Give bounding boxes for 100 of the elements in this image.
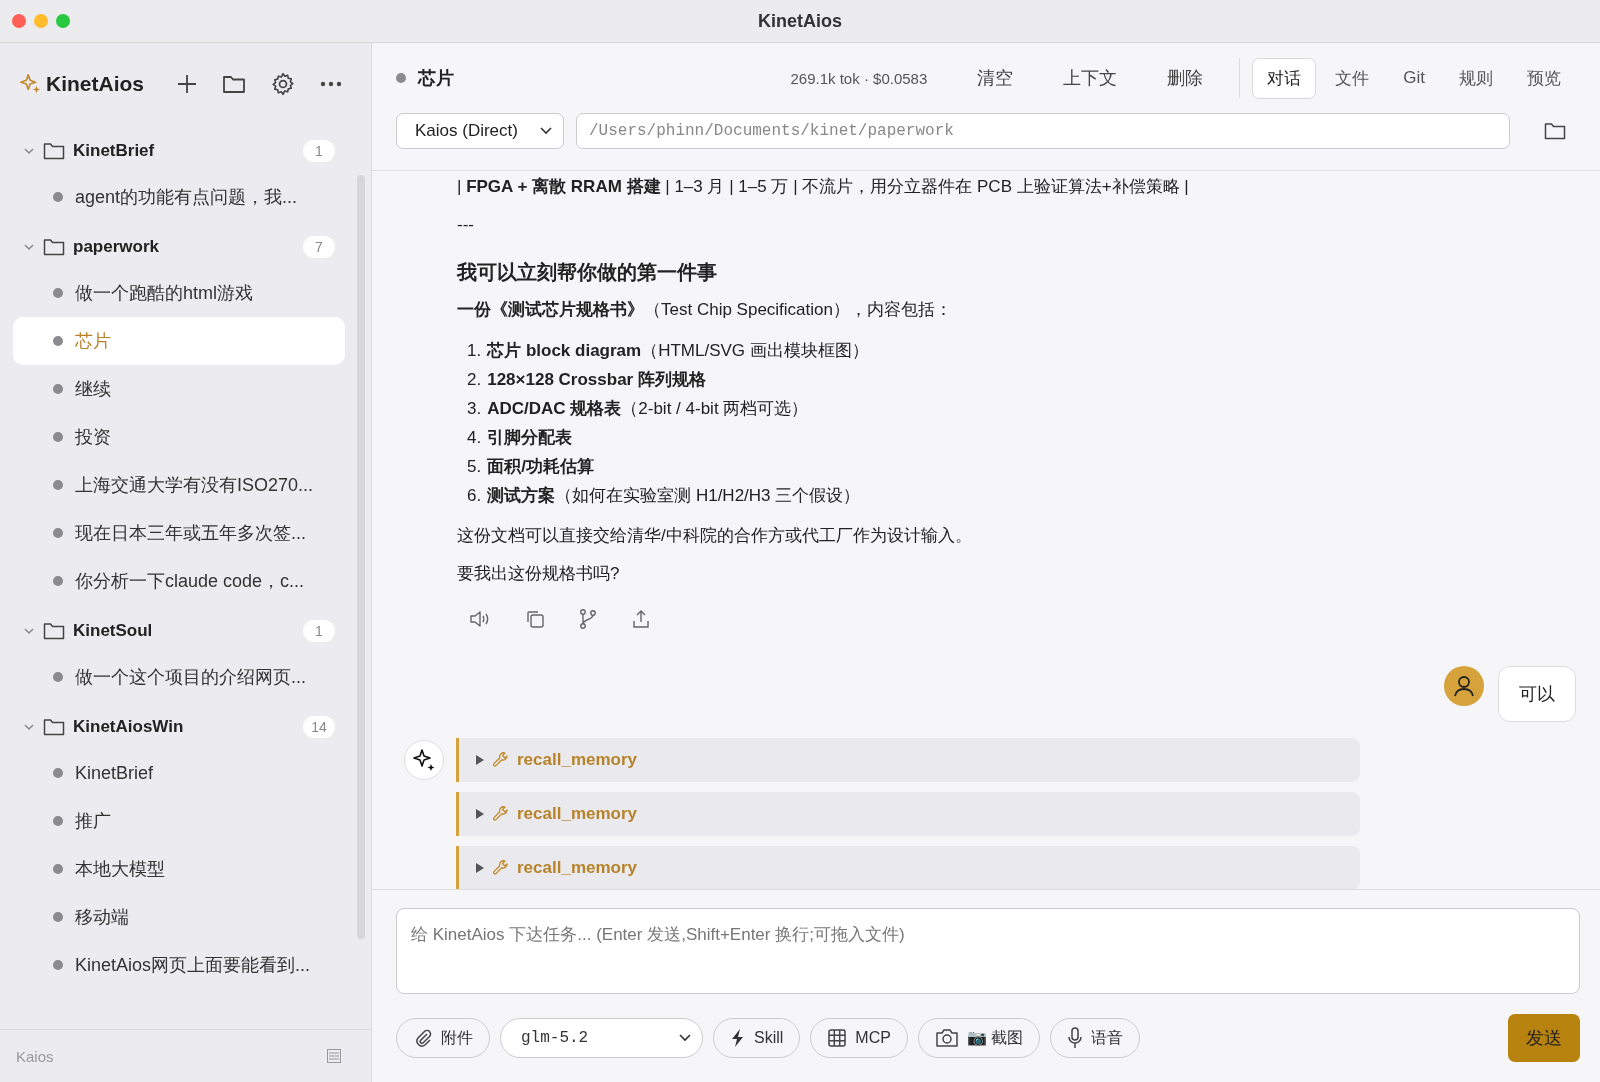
count-badge: 7 (303, 236, 335, 258)
folder-name: paperwork (73, 237, 160, 257)
list-item: ADC/DAC 规格表（2-bit / 4-bit 两档可选） (487, 398, 809, 420)
tab[interactable]: 文件 (1320, 57, 1385, 99)
skill-button[interactable]: Skill (713, 1018, 801, 1058)
status-dot (53, 960, 63, 970)
conversation-item[interactable]: 投资 (13, 413, 345, 461)
status-dot (53, 288, 63, 298)
more-icon[interactable] (320, 81, 342, 87)
token-stats: 269.1k tok · $0.0583 (790, 69, 928, 87)
list-item: 芯片 block diagram（HTML/SVG 画出模块框图） (487, 340, 869, 362)
folder-row[interactable]: paperwork 7 (13, 225, 345, 269)
wrench-icon (493, 752, 509, 768)
folder-row[interactable]: KinetBrief 1 (13, 129, 345, 173)
action-button[interactable]: 删除 (1145, 60, 1226, 96)
action-button[interactable]: 清空 (955, 60, 1036, 96)
status-dot (53, 768, 63, 778)
conversation-item[interactable]: agent的功能有点问题，我... (13, 173, 345, 221)
disclosure-icon[interactable] (475, 755, 485, 765)
microphone-icon (1067, 1027, 1084, 1049)
conversation-item[interactable]: 本地大模型 (13, 845, 345, 893)
list-number: 1. (467, 340, 482, 362)
mcp-button[interactable]: MCP (810, 1018, 908, 1058)
close-button[interactable] (12, 14, 26, 28)
status-dot (53, 384, 63, 394)
folder-icon[interactable] (222, 73, 246, 95)
attach-button[interactable]: 附件 (396, 1018, 490, 1058)
tab[interactable]: Git (1388, 59, 1440, 97)
folder-row[interactable]: KinetSoul 1 (13, 609, 345, 653)
voice-button[interactable]: 语音 (1050, 1018, 1141, 1058)
tab[interactable]: 规则 (1444, 57, 1508, 99)
conversation-item[interactable]: 移动端 (13, 893, 345, 941)
tab[interactable]: 对话 (1252, 57, 1317, 99)
conversation-item[interactable]: 做一个这个项目的介绍网页... (13, 653, 345, 701)
footer-label: Kaios (16, 1047, 54, 1065)
chevron-icon (678, 1033, 692, 1043)
list-number: 6. (467, 485, 482, 507)
action-button[interactable]: 上下文 (1041, 60, 1140, 96)
copy-icon[interactable] (525, 609, 545, 629)
conversation-item[interactable]: 现在日本三年或五年多次签... (13, 509, 345, 557)
model-select[interactable]: glm-5.2 (500, 1018, 703, 1058)
message-text: | FPGA + 离散 RRAM 搭建 | 1–3 月 | 1–5 万 | 不流片，用分立器件在 PCB 上验证算法+补偿策略 | (457, 176, 1190, 198)
folder-name: KinetAiosWin (73, 717, 185, 737)
folder-name: KinetBrief (73, 141, 156, 161)
screenshot-button[interactable]: 📷 截图 (917, 1018, 1041, 1058)
count-badge: 14 (303, 716, 335, 738)
folder-icon[interactable] (1544, 122, 1566, 140)
message-input[interactable]: 给 KinetAios 下达任务... (Enter 发送,Shift+Enter 换行;可拖入文件) (396, 908, 1580, 994)
conversation-item[interactable]: 推广 (13, 797, 345, 845)
status-dot (53, 432, 63, 442)
chevron-icon[interactable] (23, 625, 35, 637)
status-dot (53, 192, 63, 202)
chevron-icon[interactable] (23, 145, 35, 157)
sparkle-icon (20, 73, 42, 95)
conversation-item[interactable]: 上海交通大学有没有ISO270... (13, 461, 345, 509)
conversation-item[interactable]: 继续 (13, 365, 345, 413)
chevron-icon (539, 126, 553, 136)
path-field[interactable]: /Users/phinn/Documents/kinet/paperwork (576, 113, 1510, 149)
folder-icon (43, 622, 65, 640)
count-badge: 1 (303, 140, 335, 162)
tab[interactable]: 预览 (1512, 57, 1576, 99)
status-dot (53, 480, 63, 490)
conversation-item[interactable]: 你分析一下claude code，c... (13, 557, 345, 605)
list-number: 4. (467, 427, 482, 449)
status-dot (53, 528, 63, 538)
chat-title: 芯片 (418, 67, 455, 90)
message-heading: 我可以立刻帮你做的第一件事 (457, 260, 718, 285)
disclosure-icon[interactable] (475, 863, 485, 873)
conversation-item[interactable]: 做一个跑酷的html游戏 (13, 269, 345, 317)
speaker-icon[interactable] (469, 609, 491, 629)
list-item: 测试方案（如何在实验室测 H1/H2/H3 三个假设） (487, 485, 861, 507)
share-icon[interactable] (631, 609, 651, 629)
list-number: 3. (467, 398, 482, 420)
disclosure-icon[interactable] (475, 809, 485, 819)
grid-icon (827, 1028, 848, 1048)
status-dot (53, 912, 63, 922)
status-dot (396, 73, 406, 83)
folder-name: KinetSoul (73, 621, 154, 641)
conversation-item[interactable]: KinetAios网页上面要能看到... (13, 941, 345, 989)
user-avatar (1444, 666, 1484, 706)
window-title: KinetAios (758, 10, 842, 32)
status-dot (53, 336, 63, 346)
assistant-avatar (404, 740, 444, 780)
chevron-icon[interactable] (23, 721, 35, 733)
message-text: 要我出这份规格书吗? (457, 563, 621, 585)
folder-row[interactable]: KinetAiosWin 14 (13, 705, 345, 749)
folder-icon (43, 238, 65, 256)
agent-select[interactable]: Kaios (Direct) (396, 113, 564, 149)
message-text: 一份《测试芯片规格书》（Test Chip Specification），内容包括： (457, 299, 953, 321)
conversation-item[interactable]: KinetBrief (13, 749, 345, 797)
branch-icon[interactable] (579, 608, 597, 630)
settings-icon[interactable] (270, 71, 296, 97)
message-text: --- (457, 214, 475, 236)
paperclip-icon (413, 1028, 433, 1048)
status-dot (53, 576, 63, 586)
app-name: KinetAios (46, 72, 144, 96)
plus-icon[interactable] (176, 73, 198, 95)
status-dot (53, 816, 63, 826)
chevron-icon[interactable] (23, 241, 35, 253)
send-button[interactable]: 发送 (1508, 1014, 1580, 1062)
